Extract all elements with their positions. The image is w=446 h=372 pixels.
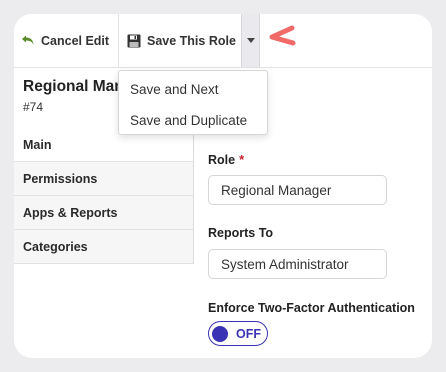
toggle-state-text: OFF	[236, 326, 261, 341]
record-id: #74	[23, 100, 44, 114]
menu-item-label: Save and Duplicate	[130, 113, 248, 128]
required-marker: *	[239, 152, 245, 167]
reports-to-value: System Administrator	[221, 256, 349, 272]
undo-arrow-icon	[20, 34, 35, 47]
save-role-label: Save This Role	[147, 33, 236, 48]
tab-apps-reports[interactable]: Apps & Reports	[14, 196, 193, 230]
toolbar: Cancel Edit Save This Role	[14, 14, 432, 68]
caret-down-icon	[246, 38, 255, 43]
page-title: Regional Manager	[23, 78, 121, 95]
annotation-arrow-icon	[269, 25, 296, 46]
tab-label: Main	[23, 137, 52, 152]
toggle-knob	[212, 325, 228, 342]
role-input[interactable]: Regional Manager	[208, 175, 387, 205]
role-label-text: Role	[208, 153, 236, 167]
menu-item-label: Save and Next	[130, 82, 219, 97]
cancel-edit-button[interactable]: Cancel Edit	[20, 14, 115, 67]
save-options-menu: Save and Next Save and Duplicate	[118, 70, 268, 135]
tab-categories[interactable]: Categories	[14, 230, 193, 264]
save-options-dropdown-toggle[interactable]	[241, 14, 260, 67]
role-input-value: Regional Manager	[221, 182, 332, 198]
tab-label: Apps & Reports	[23, 205, 118, 220]
floppy-disk-icon	[127, 34, 141, 48]
tab-label: Permissions	[23, 171, 98, 186]
two-factor-label: Enforce Two-Factor Authentication	[208, 301, 415, 315]
cancel-edit-label: Cancel Edit	[41, 33, 110, 48]
role-edit-card: Cancel Edit Save This Role Regional Mana…	[14, 14, 432, 358]
role-field-label: Role *	[208, 152, 244, 167]
tab-label: Categories	[23, 239, 88, 254]
two-factor-toggle[interactable]: OFF	[208, 321, 268, 346]
save-role-button[interactable]: Save This Role	[118, 14, 241, 67]
save-and-duplicate-option[interactable]: Save and Duplicate	[119, 105, 267, 136]
reports-to-select[interactable]: System Administrator	[208, 249, 387, 279]
reports-to-label: Reports To	[208, 226, 274, 240]
save-and-next-option[interactable]: Save and Next	[119, 74, 267, 105]
side-tabs: Main Permissions Apps & Reports Categori…	[14, 128, 194, 264]
tab-permissions[interactable]: Permissions	[14, 162, 193, 196]
